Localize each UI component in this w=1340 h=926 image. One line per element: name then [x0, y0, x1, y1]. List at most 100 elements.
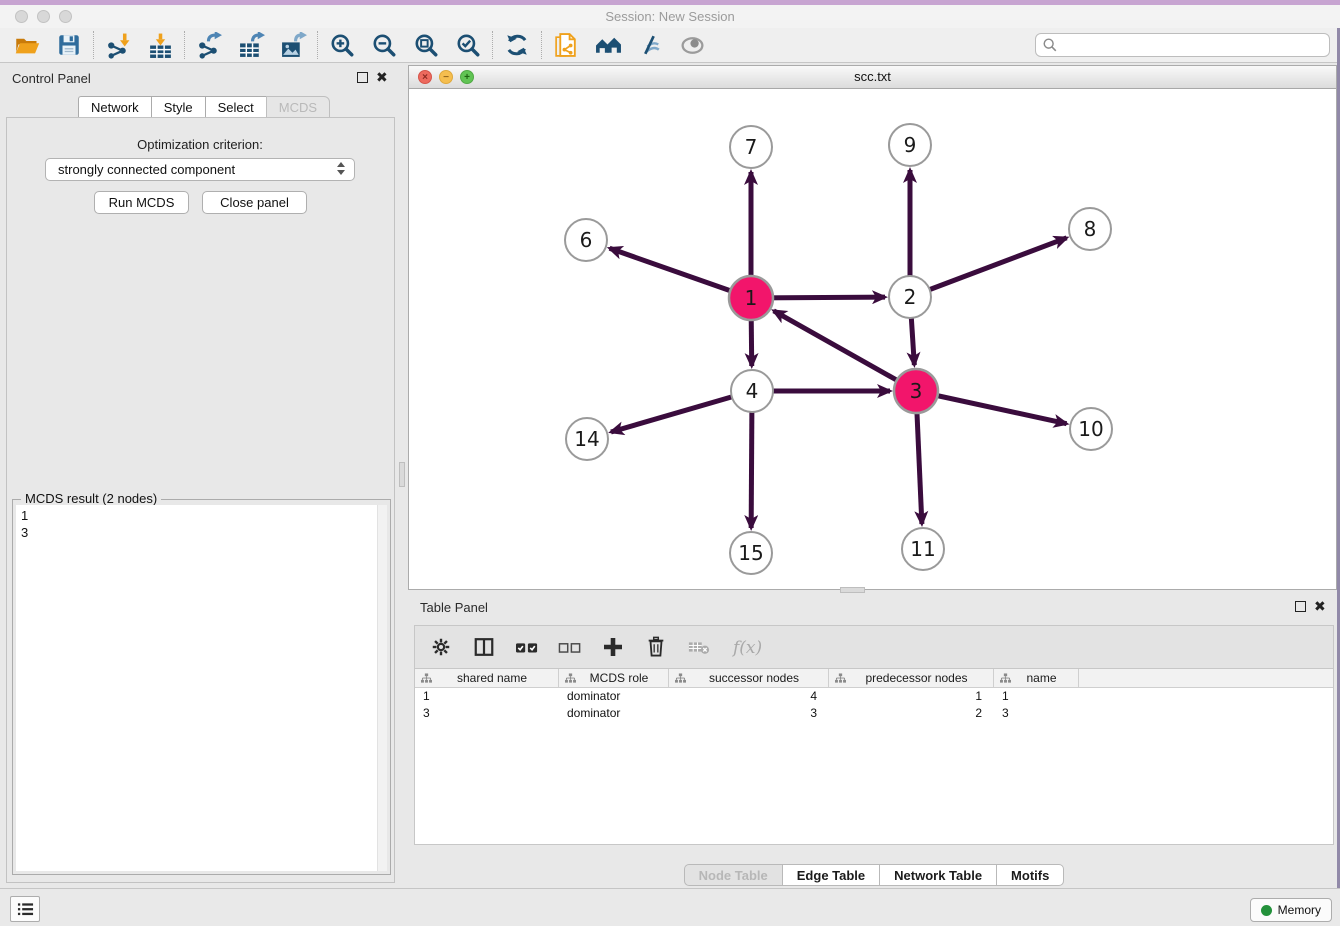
mcds-result-title: MCDS result (2 nodes) [21, 491, 161, 506]
column-header-MCDS-role[interactable]: MCDS role [559, 669, 669, 687]
export-image-icon[interactable] [272, 30, 314, 60]
result-scrollbar[interactable] [377, 505, 387, 871]
svg-text:15: 15 [738, 541, 763, 565]
zoom-fit-icon[interactable] [405, 30, 447, 60]
table-cell[interactable]: dominator [559, 688, 669, 705]
table-cell[interactable]: 3 [994, 705, 1079, 722]
column-header-name[interactable]: name [994, 669, 1079, 687]
zoom-out-icon[interactable] [363, 30, 405, 60]
edge-2-8[interactable] [910, 238, 1067, 297]
horizontal-splitter-handle[interactable] [840, 587, 865, 593]
criterion-dropdown[interactable]: strongly connected component [45, 158, 355, 181]
home-icon[interactable] [587, 30, 629, 60]
function-builder-icon[interactable]: f(x) [729, 634, 769, 660]
task-history-button[interactable] [10, 896, 40, 922]
app-zoom-button[interactable] [59, 10, 72, 23]
tab-select[interactable]: Select [205, 96, 266, 118]
list-icon [16, 901, 35, 918]
table-cell[interactable]: 1 [415, 688, 559, 705]
column-header-predecessor-nodes[interactable]: predecessor nodes [829, 669, 994, 687]
table-cell[interactable]: 3 [669, 705, 829, 722]
add-column-icon[interactable] [600, 634, 626, 660]
table-cell[interactable]: 2 [829, 705, 994, 722]
table-cell[interactable]: dominator [559, 705, 669, 722]
show-columns-icon[interactable] [471, 634, 497, 660]
app-minimize-button[interactable] [37, 10, 50, 23]
node-6[interactable]: 6 [565, 219, 607, 261]
memory-status-icon [1261, 905, 1272, 916]
column-header-successor-nodes[interactable]: successor nodes [669, 669, 829, 687]
network-window-titlebar[interactable]: × − + scc.txt [409, 66, 1336, 89]
node-4[interactable]: 4 [731, 370, 773, 412]
table-row[interactable]: 1dominator411 [415, 688, 1333, 705]
tab-network-table[interactable]: Network Table [879, 864, 996, 886]
delete-table-icon[interactable] [686, 634, 712, 660]
node-11[interactable]: 11 [902, 528, 944, 570]
memory-button[interactable]: Memory [1250, 898, 1332, 922]
deselect-all-columns-icon[interactable] [557, 634, 583, 660]
table-cell[interactable]: 1 [829, 688, 994, 705]
zoom-selected-icon[interactable] [447, 30, 489, 60]
svg-text:10: 10 [1078, 417, 1103, 441]
vertical-splitter-handle[interactable] [399, 462, 405, 487]
node-9[interactable]: 9 [889, 124, 931, 166]
table-cell[interactable]: 4 [669, 688, 829, 705]
network-minimize-icon[interactable]: − [439, 70, 453, 84]
hide-panel-icon[interactable] [629, 30, 671, 60]
node-14[interactable]: 14 [566, 418, 608, 460]
select-all-columns-icon[interactable] [514, 634, 540, 660]
network-canvas[interactable]: 7 9 6 8 1 2 4 3 14 10 15 11 [409, 89, 1336, 589]
app-traffic-lights[interactable] [15, 10, 81, 28]
tab-style[interactable]: Style [151, 96, 205, 118]
export-table-icon[interactable] [230, 30, 272, 60]
network-graph[interactable]: 7 9 6 8 1 2 4 3 14 10 15 11 [409, 89, 1336, 589]
mcds-result-text: 1 3 [21, 507, 28, 541]
node-3[interactable]: 3 [894, 369, 938, 413]
tab-edge-table[interactable]: Edge Table [782, 864, 879, 886]
run-mcds-button[interactable]: Run MCDS [94, 191, 189, 214]
save-session-icon[interactable] [48, 30, 90, 60]
app-close-button[interactable] [15, 10, 28, 23]
tab-node-table[interactable]: Node Table [684, 864, 782, 886]
tab-mcds[interactable]: MCDS [266, 96, 330, 118]
node-2[interactable]: 2 [889, 276, 931, 318]
table-cell[interactable]: 1 [994, 688, 1079, 705]
node-1[interactable]: 1 [729, 276, 773, 320]
control-panel-float-icon[interactable] [357, 72, 368, 83]
column-header-shared-name[interactable]: shared name [415, 669, 559, 687]
table-row[interactable]: 3dominator323 [415, 705, 1333, 722]
import-table-icon[interactable] [139, 30, 181, 60]
export-network-icon[interactable] [188, 30, 230, 60]
edge-4-14[interactable] [611, 391, 752, 432]
zoom-in-icon[interactable] [321, 30, 363, 60]
table-panel-close-icon[interactable]: ✖ [1314, 601, 1326, 612]
svg-text:8: 8 [1084, 217, 1097, 241]
new-network-icon[interactable] [545, 30, 587, 60]
table-settings-icon[interactable] [428, 634, 454, 660]
delete-column-icon[interactable] [643, 634, 669, 660]
close-panel-button[interactable]: Close panel [202, 191, 307, 214]
apply-layout-icon[interactable] [496, 30, 538, 60]
node-15[interactable]: 15 [730, 532, 772, 574]
node-10[interactable]: 10 [1070, 408, 1112, 450]
edge-3-1[interactable] [774, 311, 916, 391]
node-table[interactable]: shared nameMCDS rolesuccessor nodesprede… [414, 669, 1334, 845]
node-7[interactable]: 7 [730, 126, 772, 168]
tab-motifs[interactable]: Motifs [996, 864, 1064, 886]
network-close-icon[interactable]: × [418, 70, 432, 84]
control-panel-close-icon[interactable]: ✖ [376, 72, 388, 83]
search-field[interactable] [1035, 33, 1330, 57]
node-8[interactable]: 8 [1069, 208, 1111, 250]
svg-text:9: 9 [904, 133, 917, 157]
table-cell[interactable]: 3 [415, 705, 559, 722]
mcds-result-area[interactable]: 1 3 [16, 505, 387, 871]
search-input[interactable] [1058, 35, 1329, 55]
tab-network[interactable]: Network [78, 96, 151, 118]
import-network-icon[interactable] [97, 30, 139, 60]
svg-text:4: 4 [746, 379, 759, 403]
open-session-icon[interactable] [6, 30, 48, 60]
column-header-filler [1079, 669, 1333, 687]
table-panel-float-icon[interactable] [1295, 601, 1306, 612]
network-maximize-icon[interactable]: + [460, 70, 474, 84]
show-panel-icon[interactable] [671, 30, 713, 60]
